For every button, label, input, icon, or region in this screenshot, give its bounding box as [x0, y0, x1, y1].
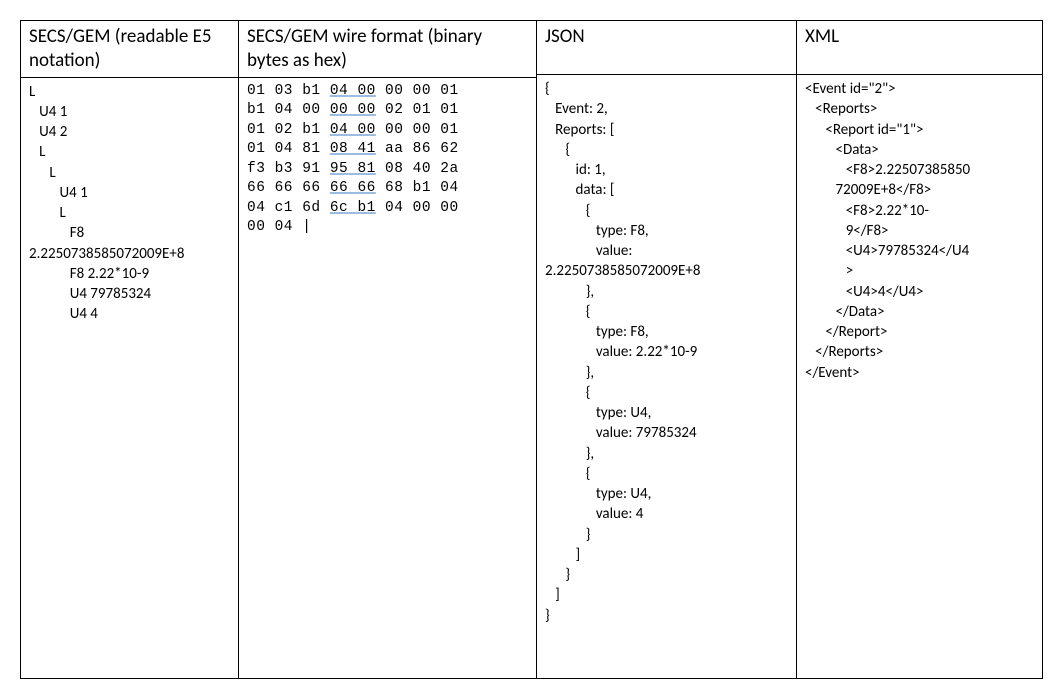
hex-byte: 01: [440, 122, 458, 138]
hex-byte: 86: [413, 141, 431, 157]
hex-byte: 00: [413, 200, 431, 216]
hex-byte: 00: [357, 122, 375, 138]
hex-byte: c1: [275, 200, 293, 216]
hex-byte: 00: [302, 102, 320, 118]
hex-byte: 04: [330, 83, 348, 99]
body-secs-readable: L U4 1 U4 2 L L U4 1 L F8 2.225073858507…: [21, 78, 238, 678]
hex-byte: 08: [330, 141, 348, 157]
hex-byte: 04: [275, 141, 293, 157]
hex-byte: 00: [357, 102, 375, 118]
hex-byte: 00: [385, 83, 403, 99]
hex-byte: aa: [385, 141, 403, 157]
body-xml: <Event id="2"> <Reports> <Report id="1">…: [797, 75, 1042, 678]
column-json: JSON { Event: 2, Reports: [ { id: 1, dat…: [537, 21, 797, 678]
hex-byte: 08: [385, 161, 403, 177]
hex-byte: 66: [247, 180, 265, 196]
header-secs-wire: SECS/GEM wire format (binary bytes as he…: [239, 21, 536, 78]
hex-byte: 00: [357, 83, 375, 99]
hex-byte: 01: [440, 83, 458, 99]
hex-byte: 40: [413, 161, 431, 177]
hex-byte: f3: [247, 161, 265, 177]
hex-byte: 6d: [302, 200, 320, 216]
hex-byte: b1: [247, 102, 265, 118]
hex-byte: 66: [302, 180, 320, 196]
hex-byte: 04: [247, 200, 265, 216]
hex-byte: 66: [275, 180, 293, 196]
hex-byte: 81: [302, 141, 320, 157]
hex-byte: b1: [302, 122, 320, 138]
hex-byte: 91: [302, 161, 320, 177]
hex-byte: 01: [247, 83, 265, 99]
hex-byte: 41: [357, 141, 375, 157]
hex-byte: 6c: [330, 200, 348, 216]
hex-byte: 2a: [440, 161, 458, 177]
hex-byte: 68: [385, 180, 403, 196]
hex-byte: 00: [330, 102, 348, 118]
column-secs-wire: SECS/GEM wire format (binary bytes as he…: [239, 21, 537, 678]
body-json: { Event: 2, Reports: [ { id: 1, data: [ …: [537, 75, 796, 678]
hex-byte: 62: [440, 141, 458, 157]
header-xml: XML: [797, 21, 1042, 75]
hex-byte: b1: [302, 83, 320, 99]
header-text: JSON: [545, 25, 585, 49]
hex-byte: 01: [247, 122, 265, 138]
hex-byte: 01: [440, 102, 458, 118]
column-secs-readable: SECS/GEM (readable E5 notation) L U4 1 U…: [21, 21, 239, 678]
hex-byte: 00: [247, 219, 265, 235]
hex-byte: b3: [275, 161, 293, 177]
hex-byte: 95: [330, 161, 348, 177]
header-text: SECS/GEM (readable E5 notation): [29, 25, 230, 73]
hex-byte: 01: [247, 141, 265, 157]
hex-byte: 04: [275, 219, 293, 235]
hex-byte: 02: [275, 122, 293, 138]
hex-byte: 00: [440, 200, 458, 216]
header-secs-readable: SECS/GEM (readable E5 notation): [21, 21, 238, 78]
header-text: XML: [805, 25, 839, 49]
hex-byte: 81: [357, 161, 375, 177]
hex-byte: 02: [385, 102, 403, 118]
hex-byte: 66: [357, 180, 375, 196]
hex-byte: 00: [413, 83, 431, 99]
comparison-table: SECS/GEM (readable E5 notation) L U4 1 U…: [20, 20, 1043, 679]
hex-byte: 04: [440, 180, 458, 196]
hex-byte: 03: [275, 83, 293, 99]
header-json: JSON: [537, 21, 796, 75]
hex-byte: 04: [275, 102, 293, 118]
hex-byte: b1: [357, 200, 375, 216]
column-xml: XML <Event id="2"> <Reports> <Report id=…: [797, 21, 1042, 678]
hex-byte: 00: [413, 122, 431, 138]
hex-byte: 04: [385, 200, 403, 216]
hex-byte: 00: [385, 122, 403, 138]
hex-byte: |: [302, 219, 311, 235]
hex-byte: b1: [413, 180, 431, 196]
header-text: SECS/GEM wire format (binary bytes as he…: [247, 25, 528, 73]
body-secs-wire: 01 03 b1 04 00 00 00 01 b1 04 00 00 00 0…: [239, 78, 536, 678]
hex-byte: 66: [330, 180, 348, 196]
hex-byte: 04: [330, 122, 348, 138]
hex-byte: 01: [413, 102, 431, 118]
